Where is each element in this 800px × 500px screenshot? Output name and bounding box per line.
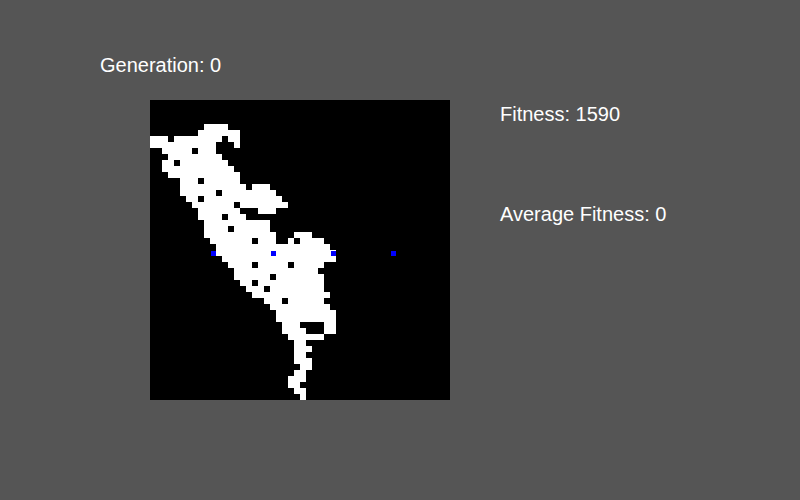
marker [391,251,396,256]
live-cell [300,394,306,400]
app: Generation: 0 Fitness: 1590 Average Fitn… [0,0,800,400]
average-fitness-label: Average Fitness: 0 [500,202,666,226]
simulation-canvas [150,100,450,400]
marker [211,251,216,256]
stats-panel: Fitness: 1590 Average Fitness: 0 [500,100,666,400]
live-cell [324,328,336,334]
live-cell [258,208,276,214]
marker [331,251,336,256]
live-cell [234,142,240,148]
generation-label: Generation: 0 [100,53,800,77]
marker [271,251,276,256]
fitness-label: Fitness: 1590 [500,102,666,126]
main-row: Fitness: 1590 Average Fitness: 0 [150,100,800,400]
